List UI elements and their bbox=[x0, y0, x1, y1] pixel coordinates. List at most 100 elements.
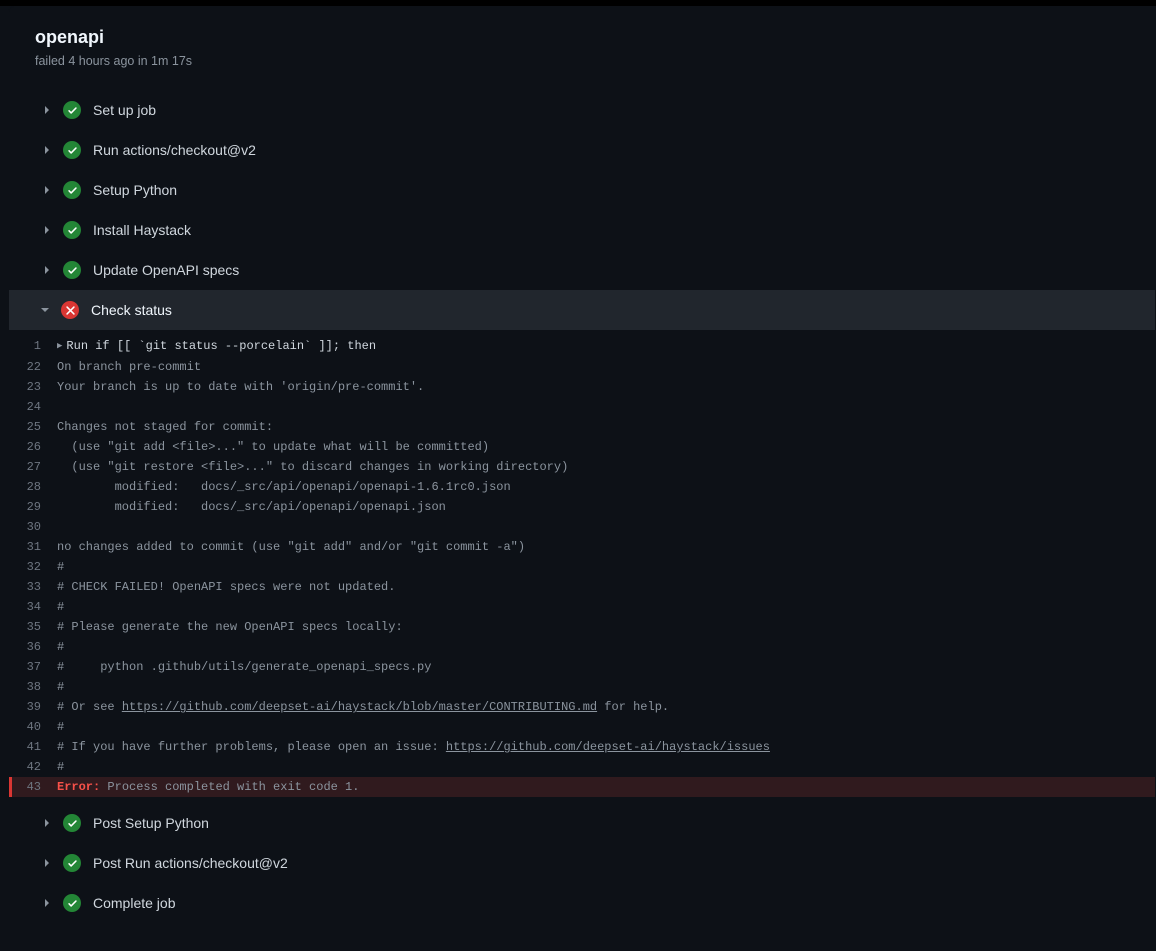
log-line[interactable]: 1 ▶ Run if [[ `git status --porcelain` ]]… bbox=[9, 336, 1155, 357]
log-line[interactable]: 25Changes not staged for commit: bbox=[9, 417, 1155, 437]
log-text: # bbox=[57, 677, 64, 697]
log-text: modified: docs/_src/api/openapi/openapi.… bbox=[57, 497, 446, 517]
line-number: 28 bbox=[9, 477, 57, 497]
line-number: 32 bbox=[9, 557, 57, 577]
log-text: On branch pre-commit bbox=[57, 357, 201, 377]
step-label: Update OpenAPI specs bbox=[93, 262, 239, 278]
line-number: 1 bbox=[9, 336, 57, 356]
log-text: # bbox=[57, 597, 64, 617]
step-row[interactable]: Setup Python bbox=[9, 170, 1155, 210]
line-number: 30 bbox=[9, 517, 57, 537]
step-label: Check status bbox=[91, 302, 172, 318]
line-number: 35 bbox=[9, 617, 57, 637]
status-success-icon bbox=[63, 141, 81, 159]
log-line[interactable]: 37# python .github/utils/generate_openap… bbox=[9, 657, 1155, 677]
log-text: modified: docs/_src/api/openapi/openapi-… bbox=[57, 477, 511, 497]
line-number: 42 bbox=[9, 757, 57, 777]
log-line[interactable]: 42 # bbox=[9, 757, 1155, 777]
log-text: # Please generate the new OpenAPI specs … bbox=[57, 617, 403, 637]
status-fail-icon bbox=[61, 301, 79, 319]
log-line[interactable]: 23Your branch is up to date with 'origin… bbox=[9, 377, 1155, 397]
step-row[interactable]: Run actions/checkout@v2 bbox=[9, 130, 1155, 170]
status-success-icon bbox=[63, 894, 81, 912]
line-number: 34 bbox=[9, 597, 57, 617]
step-label: Set up job bbox=[93, 102, 156, 118]
log-line[interactable]: 35# Please generate the new OpenAPI spec… bbox=[9, 617, 1155, 637]
log-text: # bbox=[57, 637, 64, 657]
log-line[interactable]: 33# CHECK FAILED! OpenAPI specs were not… bbox=[9, 577, 1155, 597]
expand-tri-icon: ▶ bbox=[57, 341, 62, 351]
step-row[interactable]: Post Setup Python bbox=[9, 803, 1155, 843]
steps-list: Set up job Run actions/checkout@v2 Setup P… bbox=[9, 82, 1155, 923]
status-success-icon bbox=[63, 814, 81, 832]
step-row[interactable]: Set up job bbox=[9, 90, 1155, 130]
log-line[interactable]: 29 modified: docs/_src/api/openapi/opena… bbox=[9, 497, 1155, 517]
log-line[interactable]: 28 modified: docs/_src/api/openapi/opena… bbox=[9, 477, 1155, 497]
status-success-icon bbox=[63, 221, 81, 239]
line-number: 24 bbox=[9, 397, 57, 417]
chevron-right-icon bbox=[39, 102, 55, 118]
line-number: 31 bbox=[9, 537, 57, 557]
status-success-icon bbox=[63, 854, 81, 872]
line-number: 39 bbox=[9, 697, 57, 717]
log-line[interactable]: 30 bbox=[9, 517, 1155, 537]
line-number: 23 bbox=[9, 377, 57, 397]
step-row[interactable]: Install Haystack bbox=[9, 210, 1155, 250]
contributing-link[interactable]: https://github.com/deepset-ai/haystack/b… bbox=[122, 700, 597, 714]
log-line[interactable]: 22On branch pre-commit bbox=[9, 357, 1155, 377]
log-line[interactable]: 27 (use "git restore <file>..." to disca… bbox=[9, 457, 1155, 477]
log-line[interactable]: 26 (use "git add <file>..." to update wh… bbox=[9, 437, 1155, 457]
log-text: # bbox=[57, 757, 64, 777]
log-line[interactable]: 31no changes added to commit (use "git a… bbox=[9, 537, 1155, 557]
line-number: 43 bbox=[9, 777, 57, 797]
step-row[interactable]: Post Run actions/checkout@v2 bbox=[9, 843, 1155, 883]
log-line[interactable]: 32# bbox=[9, 557, 1155, 577]
log-text: # CHECK FAILED! OpenAPI specs were not u… bbox=[57, 577, 395, 597]
chevron-right-icon bbox=[39, 895, 55, 911]
step-label: Setup Python bbox=[93, 182, 177, 198]
step-label: Complete job bbox=[93, 895, 176, 911]
job-title: openapi bbox=[35, 25, 1129, 50]
log-line[interactable]: 41 # If you have further problems, pleas… bbox=[9, 737, 1155, 757]
chevron-down-icon bbox=[37, 302, 53, 318]
line-number: 38 bbox=[9, 677, 57, 697]
step-label: Post Run actions/checkout@v2 bbox=[93, 855, 288, 871]
job-subtitle: failed 4 hours ago in 1m 17s bbox=[35, 54, 1129, 68]
log-text: Run if [[ `git status --porcelain` ]]; t… bbox=[66, 339, 376, 353]
issues-link[interactable]: https://github.com/deepset-ai/haystack/i… bbox=[446, 740, 770, 754]
log-line[interactable]: 34# bbox=[9, 597, 1155, 617]
log-text: (use "git add <file>..." to update what … bbox=[57, 437, 489, 457]
step-label: Install Haystack bbox=[93, 222, 191, 238]
chevron-right-icon bbox=[39, 182, 55, 198]
line-number: 40 bbox=[9, 717, 57, 737]
line-number: 26 bbox=[9, 437, 57, 457]
log-line[interactable]: 24 bbox=[9, 397, 1155, 417]
log-line-error[interactable]: 43 Error: Process completed with exit co… bbox=[9, 777, 1155, 797]
log-text: # python .github/utils/generate_openapi_… bbox=[57, 657, 431, 677]
log-line[interactable]: 39 # Or see https://github.com/deepset-a… bbox=[9, 697, 1155, 717]
status-success-icon bbox=[63, 181, 81, 199]
chevron-right-icon bbox=[39, 262, 55, 278]
log-text: # bbox=[57, 557, 64, 577]
log-line[interactable]: 38# bbox=[9, 677, 1155, 697]
step-label: Post Setup Python bbox=[93, 815, 209, 831]
log-output: 1 ▶ Run if [[ `git status --porcelain` ]]… bbox=[9, 330, 1155, 803]
status-success-icon bbox=[63, 101, 81, 119]
line-number: 22 bbox=[9, 357, 57, 377]
status-success-icon bbox=[63, 261, 81, 279]
log-text: no changes added to commit (use "git add… bbox=[57, 537, 525, 557]
step-check-status[interactable]: Check status bbox=[9, 290, 1155, 330]
log-text: Changes not staged for commit: bbox=[57, 417, 273, 437]
line-number: 25 bbox=[9, 417, 57, 437]
chevron-right-icon bbox=[39, 222, 55, 238]
log-line[interactable]: 36# bbox=[9, 637, 1155, 657]
job-header: openapi failed 4 hours ago in 1m 17s bbox=[9, 7, 1155, 82]
chevron-right-icon bbox=[39, 815, 55, 831]
line-number: 37 bbox=[9, 657, 57, 677]
log-text: Process completed with exit code 1. bbox=[100, 780, 359, 794]
step-row[interactable]: Complete job bbox=[9, 883, 1155, 923]
step-row[interactable]: Update OpenAPI specs bbox=[9, 250, 1155, 290]
log-text: (use "git restore <file>..." to discard … bbox=[57, 457, 568, 477]
log-line[interactable]: 40 # bbox=[9, 717, 1155, 737]
line-number: 27 bbox=[9, 457, 57, 477]
